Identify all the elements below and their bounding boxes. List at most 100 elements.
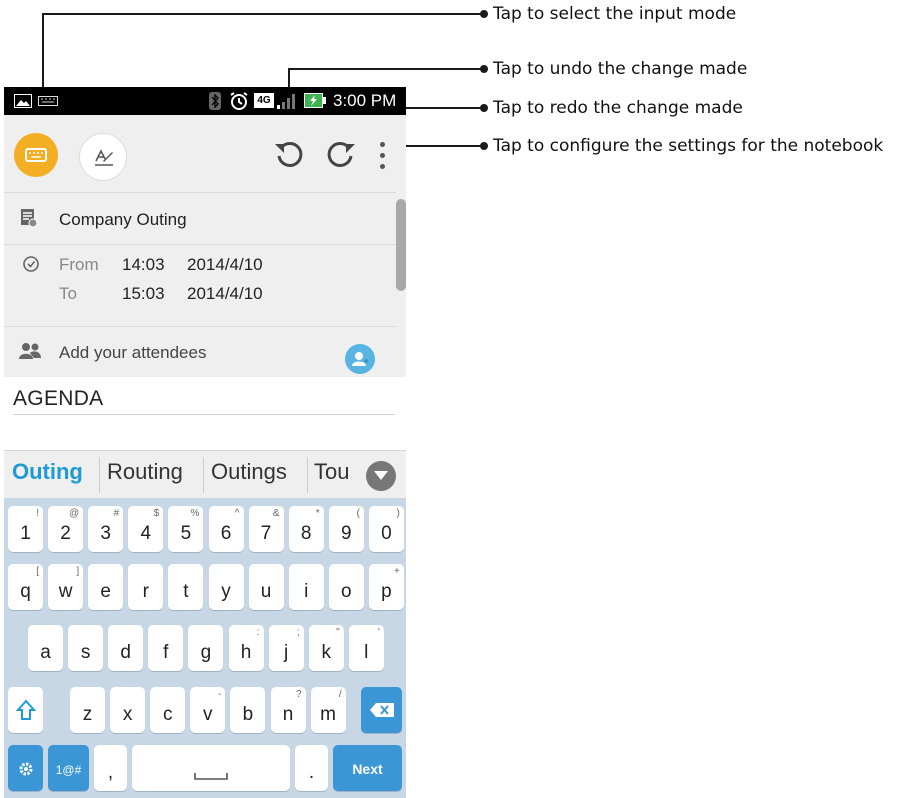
key-secondary-label: & [272,508,280,519]
period-key[interactable]: . [295,745,328,791]
phone-screen: 4G 3:00 PM Company Outing From 14:03 201… [4,87,406,798]
settings-key[interactable] [8,745,43,791]
scrollbar-thumb[interactable] [396,199,406,291]
key-secondary-label: + [394,566,400,577]
key-q[interactable]: q[ [8,564,43,610]
next-key[interactable]: Next [333,745,402,791]
divider [4,192,396,193]
comma-key[interactable]: , [94,745,127,791]
key-secondary-label: [ [36,566,39,577]
key-o[interactable]: o [328,564,364,610]
key-4[interactable]: 4 $ [128,506,164,552]
key-c[interactable]: c [150,687,186,733]
expand-suggestions-button[interactable] [366,461,396,491]
to-label: To [59,284,77,303]
callout-dot-settings [480,142,488,150]
key-2[interactable]: 2 @ [48,506,84,552]
event-title[interactable]: Company Outing [59,210,187,230]
undo-icon[interactable] [272,137,306,171]
space-bar-icon [194,773,228,780]
key-label: t [183,581,189,602]
redo-icon[interactable] [324,137,358,171]
key-w[interactable]: w] [48,564,84,610]
symbols-key[interactable]: 1@# [48,745,89,791]
key-s[interactable]: s [68,625,104,671]
key-u[interactable]: u [248,564,284,610]
key-label: j [283,642,289,663]
symbols-key-label: 1@# [55,763,82,777]
shift-key[interactable] [8,687,43,733]
key-8[interactable]: 8 * [288,506,324,552]
callout-settings: Tap to configure the settings for the no… [493,136,884,156]
handwriting-mode-button[interactable] [79,133,127,181]
key-y[interactable]: y [208,564,244,610]
battery-charging-icon [304,93,326,108]
key-m[interactable]: m / [310,687,346,733]
key-h[interactable]: h: [228,625,264,671]
key-b[interactable]: b [230,687,266,733]
note-text: AGENDA [13,387,104,410]
key-k[interactable]: k " [308,625,344,671]
key-a[interactable]: a [28,625,63,671]
key-label: 7 [260,523,272,544]
key-j[interactable]: j; [268,625,304,671]
handwriting-icon [95,149,113,166]
key-g[interactable]: g [188,625,224,671]
key-l[interactable]: l ' [348,625,384,671]
key-i[interactable]: i [288,564,324,610]
key-secondary-label: @ [68,508,80,519]
key-1[interactable]: 1! [8,506,43,552]
from-time[interactable]: 14:03 [122,255,165,275]
key-label: r [142,581,149,602]
overflow-menu-icon[interactable] [378,142,388,172]
key-t[interactable]: t [168,564,204,610]
key-3[interactable]: 3 # [88,506,124,552]
suggestion-item[interactable]: Tou [314,459,349,485]
key-label: v [203,704,213,725]
key-secondary-label: : [256,627,260,638]
key-label: y [221,581,231,602]
backspace-key[interactable] [361,687,402,733]
key-d[interactable]: d [108,625,144,671]
key-label: e [100,581,111,602]
add-attendee-button[interactable] [345,344,375,374]
note-underline [13,414,395,415]
from-label: From [59,255,99,274]
attendees-icon [19,343,41,359]
to-date[interactable]: 2014/4/10 [187,284,263,304]
key-0[interactable]: 0) [368,506,404,552]
input-mode-button[interactable] [14,133,58,177]
on-screen-keyboard: 1! 2 @3 #4 $5% 6 ^ 7 & 8 * 9(0) q[w] e r t y u i o p + asdfg… [4,498,406,798]
key-x[interactable]: x [110,687,146,733]
key-f[interactable]: f [148,625,184,671]
key-v[interactable]: v- [190,687,226,733]
key-r[interactable]: r [128,564,164,610]
space-key[interactable] [132,745,290,791]
key-label: n [282,704,294,725]
key-5[interactable]: 5% [168,506,204,552]
suggestion-divider [203,457,204,493]
key-6[interactable]: 6 ^ [208,506,244,552]
key-label: 9 [341,523,352,544]
from-date[interactable]: 2014/4/10 [187,255,263,275]
key-n[interactable]: n? [270,687,306,733]
key-z[interactable]: z [70,687,105,733]
key-label: b [242,704,254,725]
attendees-placeholder[interactable]: Add your attendees [59,343,206,363]
callout-undo: Tap to undo the change made [493,59,748,79]
suggestion-item[interactable]: Outing [12,459,83,485]
backspace-icon [370,703,394,717]
key-9[interactable]: 9( [328,506,364,552]
key-e[interactable]: e [88,564,124,610]
to-time[interactable]: 15:03 [122,284,165,304]
note-area[interactable]: AGENDA [4,377,406,450]
callout-dot-undo [480,65,488,73]
key-secondary-label: ! [36,508,39,519]
key-p[interactable]: p + [368,564,404,610]
key-7[interactable]: 7 & [248,506,284,552]
add-person-icon [352,352,368,366]
suggestion-item[interactable]: Routing [107,459,183,485]
suggestion-item[interactable]: Outings [211,459,287,485]
key-secondary-label: ' [377,627,380,638]
key-label: m [320,704,336,725]
